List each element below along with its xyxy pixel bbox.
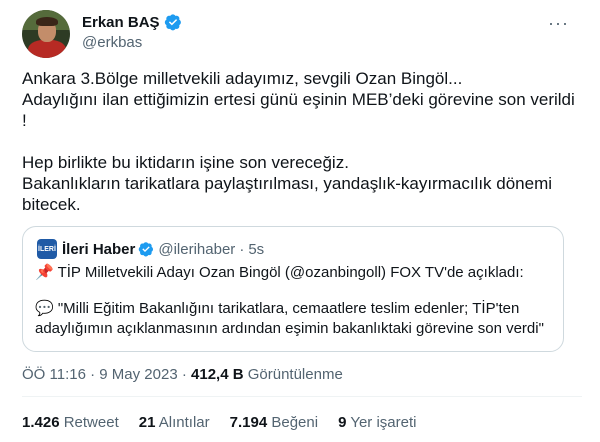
quoted-line-1-text: TİP Milletvekili Adayı Ozan Bingöl (@oza… [57,264,524,281]
tweet-paragraph-2: Hep birlikte bu iktidarın işine son vere… [22,153,553,214]
quoted-tweet-text: 📌 TİP Milletvekili Adayı Ozan Bingöl (@o… [35,263,555,339]
avatar-shirt [28,40,66,58]
avatar-hair [36,17,58,26]
quotes-label: Alıntılar [158,414,210,431]
avatar[interactable] [22,10,70,58]
meta-separator-2: · [181,366,187,383]
quotes-count: 21 [138,414,156,431]
pushpin-icon: 📌 [35,264,54,281]
quoted-line-2: 💬 "Milli Eğitim Bakanlığını tarikatlara,… [35,299,555,339]
retweet-label: Retweet [63,414,119,431]
quoted-separator: · [239,240,245,258]
quoted-time[interactable]: 5s [248,241,264,258]
quoted-tweet-header: İLERİ İleri Haber @ilerihaber · 5s [37,239,264,259]
quoted-handle[interactable]: @ilerihaber [158,241,235,258]
divider [22,396,582,397]
retweet-count: 1.426 [22,414,60,431]
quoted-avatar-logo[interactable]: İLERİ [37,239,57,259]
bookmarks-stat[interactable]: 9 Yer işareti [338,414,416,431]
speech-bubble-icon: 💬 [35,300,54,317]
more-options-icon[interactable]: ··· [548,13,569,34]
views-count: 412,4 B [191,366,244,383]
tweet-time[interactable]: ÖÖ 11:16 [22,366,86,383]
views-label: Görüntülenme [247,366,343,383]
author-display-name[interactable]: Erkan BAŞ [82,14,160,31]
likes-count: 7.194 [229,414,268,431]
verified-badge-icon [164,14,181,31]
bookmarks-label: Yer işareti [350,414,417,431]
quoted-line-2-text: "Milli Eğitim Bakanlığını tarikatlara, c… [35,300,544,337]
likes-label: Beğeni [271,414,319,431]
bookmarks-count: 9 [338,414,347,431]
tweet-text: Ankara 3.Bölge milletvekili adayımız, se… [22,68,582,215]
quoted-author-name[interactable]: İleri Haber [62,241,135,258]
retweet-stat[interactable]: 1.426 Retweet [22,414,119,431]
likes-stat[interactable]: 7.194 Beğeni [230,414,318,431]
quoted-line-1: 📌 TİP Milletvekili Adayı Ozan Bingöl (@o… [35,263,555,283]
meta-separator: · [90,366,96,383]
author-handle[interactable]: @erkbas [82,34,142,51]
tweet-date[interactable]: 9 May 2023 [99,366,177,383]
tweet-stats: 1.426 Retweet 21 Alıntılar 7.194 Beğeni … [22,414,436,431]
quotes-stat[interactable]: 21 Alıntılar [139,414,210,431]
author-name-row: Erkan BAŞ [82,13,182,31]
quoted-verified-badge-icon [139,242,154,257]
tweet-paragraph-1: Ankara 3.Bölge milletvekili adayımız, se… [22,69,575,130]
tweet: Erkan BAŞ @erkbas ··· Ankara 3.Bölge mil… [0,0,600,442]
quoted-tweet[interactable]: İLERİ İleri Haber @ilerihaber · 5s 📌 TİP… [22,226,564,352]
tweet-meta: ÖÖ 11:16 · 9 May 2023 · 412,4 B Görüntül… [22,366,343,383]
